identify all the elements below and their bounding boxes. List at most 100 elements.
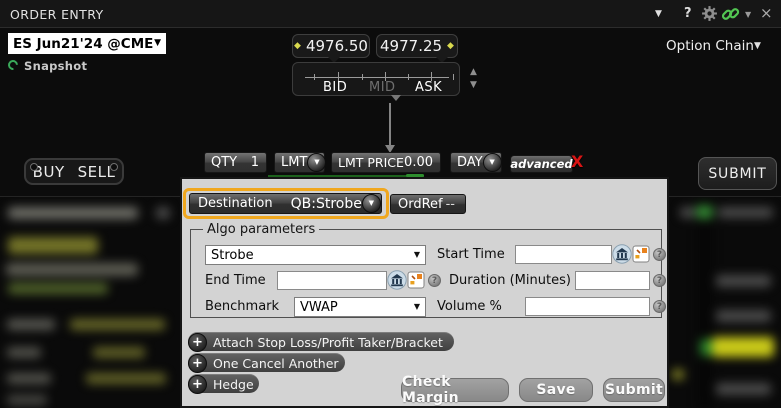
slider-ask-label[interactable]: ASK	[415, 80, 442, 95]
end-time-help-icon[interactable]: ?	[428, 274, 441, 287]
plus-icon: +	[188, 333, 207, 352]
save-label: Save	[536, 382, 575, 398]
start-time-clock-icon[interactable]	[632, 245, 650, 267]
price-down-spinner-icon[interactable]: ▼	[470, 81, 477, 90]
plus-icon: +	[188, 375, 207, 394]
ordref-value: --	[446, 197, 455, 212]
instrument-label: ES Jun21'24 @CME	[13, 36, 153, 52]
save-button[interactable]: Save	[519, 378, 593, 402]
blurred-text	[7, 319, 55, 330]
slider-tick	[362, 74, 363, 80]
panel-caret-icon[interactable]: ▼	[745, 11, 751, 19]
advanced-tab[interactable]: advanced	[510, 155, 573, 173]
blurred-text	[716, 383, 771, 395]
destination-value: QB:Strobe	[291, 196, 362, 212]
slider-tick	[314, 74, 315, 80]
blurred-text	[93, 347, 145, 358]
start-time-input[interactable]	[515, 245, 612, 264]
attach-bracket-label: Attach Stop Loss/Profit Taker/Bracket	[213, 335, 443, 350]
option-chain-link[interactable]: Option Chain	[666, 38, 754, 54]
duration-input[interactable]	[575, 271, 650, 290]
tif-dropdown[interactable]: DAY ▼	[450, 152, 502, 173]
window-menu-caret-icon[interactable]: ▼	[655, 10, 662, 19]
volume-label: Volume %	[437, 299, 502, 314]
qty-value: 1	[251, 155, 259, 170]
blurred-text	[7, 373, 51, 384]
submit-order-button[interactable]: SUBMIT	[698, 157, 777, 190]
blurred-side-panel	[668, 196, 781, 408]
algo-parameters-legend: Algo parameters	[203, 222, 319, 237]
link-icon[interactable]	[721, 6, 740, 26]
destination-dropdown[interactable]: Destination QB:Strobe ▼	[189, 193, 382, 214]
benchmark-select[interactable]: VWAP ▼	[294, 297, 426, 317]
benchmark-caret-icon: ▼	[414, 303, 420, 311]
quantity-field[interactable]: QTY 1	[204, 152, 267, 173]
limit-price-value: 0.00	[404, 155, 433, 170]
blurred-text	[672, 369, 684, 380]
tif-caret-icon: ▼	[483, 153, 502, 172]
price-up-spinner-icon[interactable]: ▲	[470, 68, 477, 77]
buy-radio[interactable]	[30, 163, 38, 171]
option-chain-caret-icon[interactable]: ▼	[754, 42, 761, 51]
refresh-icon[interactable]	[6, 58, 20, 72]
titlebar: ORDER ENTRY ▼ ? ▼	[0, 0, 781, 28]
blurred-text	[156, 207, 170, 219]
order-type-value: LMT	[281, 155, 307, 170]
blurred-text	[680, 207, 695, 218]
hedge-expander[interactable]: + Hedge	[188, 374, 259, 393]
benchmark-value: VWAP	[300, 300, 338, 315]
instrument-caret-icon: ▼	[154, 39, 161, 48]
blurred-text	[718, 207, 773, 218]
snapshot-label: Snapshot	[24, 59, 87, 73]
gear-icon[interactable]	[701, 5, 718, 26]
volume-help-icon[interactable]: ?	[653, 300, 666, 313]
order-entry-window: ORDER ENTRY ▼ ? ▼	[0, 0, 781, 408]
slider-bid-label[interactable]: BID	[323, 80, 347, 95]
bid-price: 4976.50	[306, 37, 368, 55]
ordref-field[interactable]: OrdRef --	[390, 194, 466, 214]
advanced-order-panel: Destination QB:Strobe ▼ OrdRef -- Algo p…	[180, 177, 669, 408]
algo-parameters-group: Algo parameters Strobe ▼ Start Time	[190, 229, 662, 318]
one-cancel-another-expander[interactable]: + One Cancel Another	[188, 353, 345, 372]
blurred-text	[70, 319, 165, 330]
end-time-input[interactable]	[277, 271, 387, 290]
strategy-select[interactable]: Strobe ▼	[205, 245, 426, 265]
bid-price-button[interactable]: ◆ 4976.50	[292, 34, 370, 58]
duration-help-icon[interactable]: ?	[653, 274, 666, 287]
check-margin-button[interactable]: Check Margin	[401, 378, 509, 402]
price-slider[interactable]: BID MID ASK	[292, 62, 460, 96]
end-time-clock-icon[interactable]	[407, 271, 425, 293]
start-time-exchange-icon[interactable]	[612, 244, 632, 268]
blurred-text	[8, 283, 108, 294]
order-type-caret-icon: ▼	[307, 153, 326, 172]
slider-mid-label[interactable]: MID	[369, 80, 396, 95]
buy-sell-toggle[interactable]: BUY SELL	[24, 158, 124, 185]
blurred-text	[86, 373, 166, 384]
start-time-help-icon[interactable]: ?	[653, 248, 666, 261]
help-icon[interactable]: ?	[684, 6, 692, 21]
window-title: ORDER ENTRY	[10, 7, 104, 22]
ask-price-button[interactable]: 4977.25 ◆	[376, 34, 458, 58]
attach-bracket-expander[interactable]: + Attach Stop Loss/Profit Taker/Bracket	[188, 332, 454, 351]
close-icon[interactable]: ×	[760, 4, 773, 22]
advanced-close-icon[interactable]: X	[571, 152, 583, 171]
plus-icon: +	[188, 354, 207, 373]
hedge-label: Hedge	[213, 377, 254, 392]
order-type-dropdown[interactable]: LMT ▼	[274, 152, 325, 173]
blurred-text	[716, 310, 771, 322]
volume-input[interactable]	[525, 297, 650, 316]
slider-track	[305, 77, 449, 78]
ordref-label: OrdRef	[398, 197, 443, 212]
sell-radio[interactable]	[110, 163, 118, 171]
ask-price: 4977.25	[380, 37, 442, 55]
tif-value: DAY	[457, 155, 483, 170]
instrument-selector[interactable]: ES Jun21'24 @CME ▼	[8, 33, 166, 54]
slider-notch	[391, 95, 401, 101]
strategy-value: Strobe	[211, 248, 254, 263]
benchmark-label: Benchmark	[205, 299, 279, 314]
blurred-text	[716, 275, 771, 287]
limit-price-field[interactable]: LMT PRICE 0.00	[331, 152, 441, 173]
submit-button[interactable]: Submit	[603, 378, 665, 402]
blurred-column	[698, 197, 712, 408]
end-time-exchange-icon[interactable]	[387, 270, 407, 294]
